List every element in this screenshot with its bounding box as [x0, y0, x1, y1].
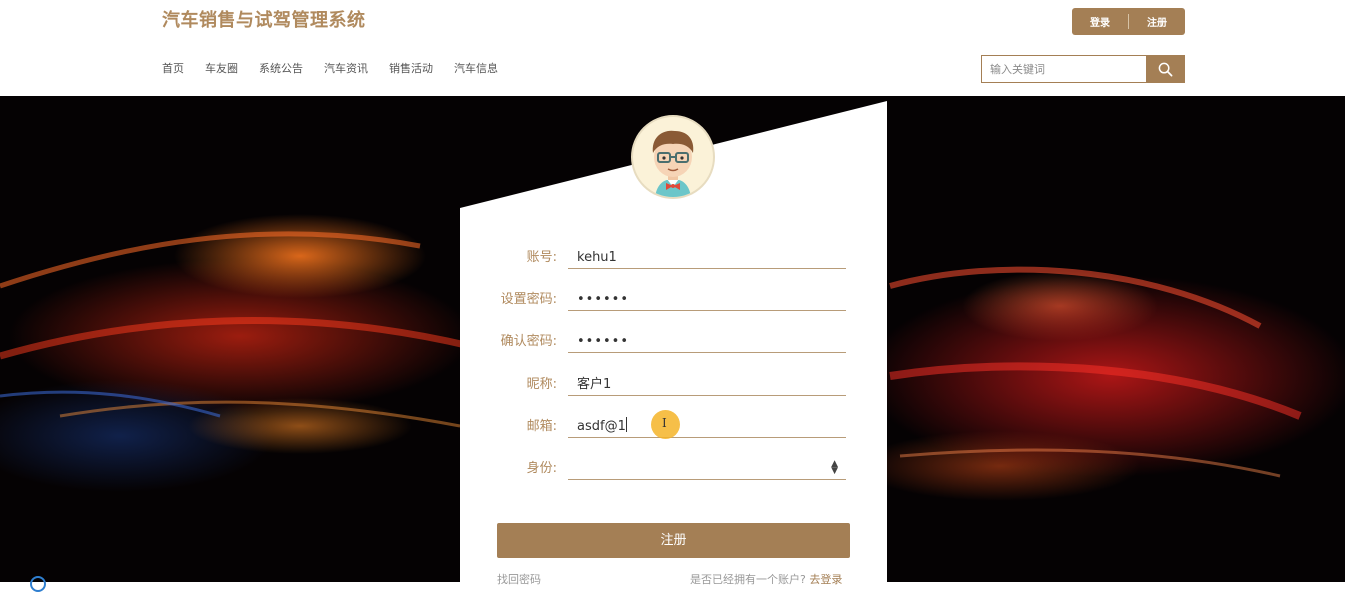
identity-label: 身份: [526, 461, 557, 476]
account-label: 账号: [526, 250, 557, 265]
identity-select[interactable]: ▲ ▼ [568, 458, 846, 480]
main-nav: 首页 车友圈 系统公告 汽车资讯 销售活动 汽车信息 [162, 60, 498, 76]
avatar-illustration [652, 130, 694, 197]
account-row: 账号: kehu1 [460, 237, 887, 279]
nav-car-news[interactable]: 汽车资讯 [324, 60, 368, 76]
search-button[interactable] [1146, 55, 1185, 83]
nav-home[interactable]: 首页 [162, 60, 184, 76]
nav-announcements[interactable]: 系统公告 [259, 60, 303, 76]
search-icon [1158, 62, 1173, 76]
search-box [981, 55, 1185, 83]
confirm-password-label: 确认密码: [500, 334, 557, 349]
text-cursor-icon: I [662, 416, 667, 430]
nickname-input[interactable]: 客户1 [568, 374, 846, 396]
have-account-text: 是否已经拥有一个账户? [690, 573, 806, 586]
register-submit-button[interactable]: 注册 [497, 523, 850, 558]
password-label: 设置密码: [500, 292, 557, 307]
nav-sales-events[interactable]: 销售活动 [389, 60, 433, 76]
nav-car-info[interactable]: 汽车信息 [454, 60, 498, 76]
text-caret [625, 417, 627, 432]
select-arrows-icon: ▲ ▼ [831, 459, 838, 476]
login-button[interactable]: 登录 [1072, 14, 1128, 29]
auth-button-group: 登录 注册 [1072, 8, 1185, 35]
forgot-password-link[interactable]: 找回密码 [497, 571, 541, 587]
confirm-password-input[interactable]: •••••• [568, 331, 846, 353]
nickname-label: 昵称: [526, 377, 557, 392]
account-input[interactable]: kehu1 [568, 247, 846, 269]
password-row: 设置密码: •••••• [460, 279, 887, 321]
identity-row: 身份: ▲ ▼ [460, 448, 887, 490]
have-account-prompt: 是否已经拥有一个账户? 去登录 [690, 571, 842, 587]
nav-car-friends[interactable]: 车友圈 [205, 60, 238, 76]
avatar [631, 115, 715, 199]
search-input[interactable] [981, 55, 1147, 83]
email-input[interactable]: asdf@1 [568, 416, 846, 438]
email-value: asdf@1 [577, 419, 626, 434]
header: 汽车销售与试驾管理系统 登录 注册 首页 车友圈 系统公告 汽车资讯 销售活动 … [0, 0, 1345, 96]
password-input[interactable]: •••••• [568, 289, 846, 311]
confirm-password-row: 确认密码: •••••• [460, 321, 887, 363]
floating-help-icon[interactable] [30, 576, 46, 592]
site-title: 汽车销售与试驾管理系统 [162, 10, 366, 31]
register-button[interactable]: 注册 [1129, 14, 1185, 29]
nickname-row: 昵称: 客户1 [460, 364, 887, 406]
go-login-link[interactable]: 去登录 [809, 573, 842, 586]
email-label: 邮箱: [526, 419, 557, 434]
